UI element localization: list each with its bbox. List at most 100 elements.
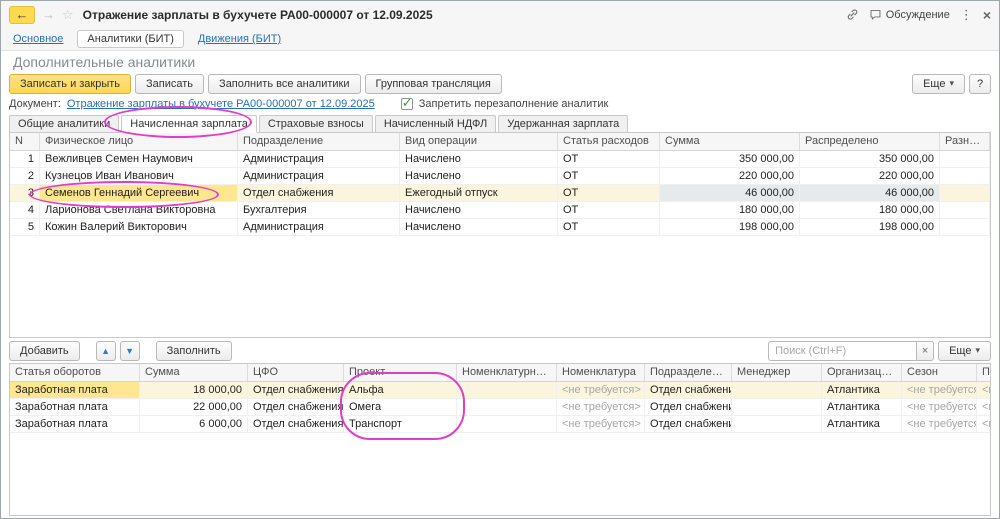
cell-season[interactable]: <не требуется>	[902, 382, 977, 398]
tab-general-analytics[interactable]: Общие аналитики	[9, 115, 119, 132]
cell-organization[interactable]: Атлантика	[822, 382, 902, 398]
fill-button[interactable]: Заполнить	[156, 341, 232, 361]
cell-organization[interactable]: Атлантика	[822, 399, 902, 415]
cell-nomenclature-group[interactable]	[457, 416, 557, 432]
column-header-amount[interactable]: Сумма	[140, 364, 248, 381]
cell-department[interactable]: Администрация	[238, 168, 400, 184]
cell-turnover-item[interactable]: Заработная плата	[10, 416, 140, 432]
column-header-turnover-item[interactable]: Статья оборотов	[10, 364, 140, 381]
table-row[interactable]: 4 Ларионова Светлана Викторовна Бухгалте…	[10, 202, 990, 219]
cell-difference[interactable]	[940, 202, 990, 218]
get-link-icon[interactable]	[846, 8, 859, 21]
search-input[interactable]	[768, 341, 916, 361]
cell-department[interactable]: Отдел снабжения	[645, 416, 732, 432]
cell-nomenclature[interactable]: <не требуется>	[557, 382, 645, 398]
more-button[interactable]: Еще▾	[912, 74, 965, 94]
cell-person[interactable]: Кузнецов Иван Иванович	[40, 168, 238, 184]
fill-all-analytics-button[interactable]: Заполнить все аналитики	[208, 74, 360, 94]
cell-amount[interactable]: 350 000,00	[660, 151, 800, 167]
cell-distributed[interactable]: 180 000,00	[800, 202, 940, 218]
cell-cfo[interactable]: Отдел снабжения	[248, 382, 344, 398]
cell-person[interactable]: Кожин Валерий Викторович	[40, 219, 238, 235]
cell-row-number[interactable]: 5	[10, 219, 40, 235]
cell-department[interactable]: Администрация	[238, 219, 400, 235]
column-header-nomenclature[interactable]: Номенклатура	[557, 364, 645, 381]
cell-organization[interactable]: Атлантика	[822, 416, 902, 432]
cell-difference[interactable]	[940, 151, 990, 167]
column-header-n[interactable]: N	[10, 133, 40, 150]
cell-project[interactable]: Альфа	[344, 382, 457, 398]
cell-amount[interactable]: 220 000,00	[660, 168, 800, 184]
table-row[interactable]: 1 Вежливцев Семен Наумович Администрация…	[10, 151, 990, 168]
prevent-refill-checkbox[interactable]: ✓	[401, 98, 413, 110]
favorite-star-icon[interactable]: ☆	[62, 7, 74, 23]
cell-distributed[interactable]: 350 000,00	[800, 151, 940, 167]
cell-operation[interactable]: Начислено	[400, 168, 558, 184]
column-header-cfo[interactable]: ЦФО	[248, 364, 344, 381]
cell-person[interactable]: Ларионова Светлана Викторовна	[40, 202, 238, 218]
cell-person[interactable]: Вежливцев Семен Наумович	[40, 151, 238, 167]
cell-department[interactable]: Отдел снабжения	[238, 185, 400, 201]
cell-difference[interactable]	[940, 168, 990, 184]
cell-receiver[interactable]: <не требуется>	[977, 399, 990, 415]
save-and-close-button[interactable]: Записать и закрыть	[9, 74, 131, 94]
cell-project[interactable]: Транспорт	[344, 416, 457, 432]
move-down-button[interactable]: ▼	[120, 341, 140, 361]
cell-expense-item[interactable]: ОТ	[558, 168, 660, 184]
nav-item-movements-bit[interactable]: Движения (БИТ)	[198, 33, 281, 45]
close-icon[interactable]: ×	[983, 7, 991, 23]
cell-nomenclature-group[interactable]	[457, 399, 557, 415]
cell-expense-item[interactable]: ОТ	[558, 185, 660, 201]
cell-person[interactable]: Семенов Геннадий Сергеевич	[40, 185, 238, 201]
cell-operation[interactable]: Ежегодный отпуск	[400, 185, 558, 201]
nav-item-analytics-bit[interactable]: Аналитики (БИТ)	[77, 30, 183, 48]
cell-amount[interactable]: 198 000,00	[660, 219, 800, 235]
document-link[interactable]: Отражение зарплаты в бухучете РА00-00000…	[67, 98, 375, 110]
column-header-department[interactable]: Подразделение	[645, 364, 732, 381]
cell-expense-item[interactable]: ОТ	[558, 219, 660, 235]
column-header-manager[interactable]: Менеджер	[732, 364, 822, 381]
tab-accrued-salary[interactable]: Начисленная зарплата	[121, 115, 257, 133]
column-header-difference[interactable]: Разница	[940, 133, 990, 150]
cell-department[interactable]: Отдел снабжения	[645, 382, 732, 398]
cell-amount[interactable]: 6 000,00	[140, 416, 248, 432]
cell-row-number[interactable]: 2	[10, 168, 40, 184]
cell-manager[interactable]	[732, 416, 822, 432]
cell-row-number[interactable]: 1	[10, 151, 40, 167]
cell-season[interactable]: <не требуется>	[902, 416, 977, 432]
group-broadcast-button[interactable]: Групповая трансляция	[365, 74, 502, 94]
cell-difference[interactable]	[940, 185, 990, 201]
column-header-operation[interactable]: Вид операции	[400, 133, 558, 150]
tab-withheld-salary[interactable]: Удержанная зарплата	[498, 115, 628, 132]
cell-row-number[interactable]: 4	[10, 202, 40, 218]
kebab-menu-icon[interactable]: ⋮	[960, 7, 973, 23]
cell-amount[interactable]: 46 000,00	[660, 185, 800, 201]
cell-amount[interactable]: 22 000,00	[140, 399, 248, 415]
cell-nomenclature-group[interactable]	[457, 382, 557, 398]
cell-nomenclature[interactable]: <не требуется>	[557, 416, 645, 432]
save-button[interactable]: Записать	[135, 74, 204, 94]
discussion-button[interactable]: Обсуждение	[869, 8, 950, 21]
cell-season[interactable]: <не требуется>	[902, 399, 977, 415]
table-row[interactable]: 5 Кожин Валерий Викторович Администрация…	[10, 219, 990, 236]
table-row[interactable]: Заработная плата 18 000,00 Отдел снабжен…	[10, 382, 990, 399]
cell-operation[interactable]: Начислено	[400, 151, 558, 167]
cell-operation[interactable]: Начислено	[400, 202, 558, 218]
cell-department[interactable]: Администрация	[238, 151, 400, 167]
search-clear-button[interactable]: ×	[916, 341, 934, 361]
cell-receiver[interactable]: <не требуется>	[977, 382, 990, 398]
tab-accrued-ndfl[interactable]: Начисленный НДФЛ	[375, 115, 496, 132]
cell-expense-item[interactable]: ОТ	[558, 202, 660, 218]
cell-amount[interactable]: 180 000,00	[660, 202, 800, 218]
forward-button[interactable]: →	[42, 7, 55, 22]
table-row[interactable]: Заработная плата 22 000,00 Отдел снабжен…	[10, 399, 990, 416]
cell-nomenclature[interactable]: <не требуется>	[557, 399, 645, 415]
move-up-button[interactable]: ▲	[96, 341, 116, 361]
cell-distributed[interactable]: 198 000,00	[800, 219, 940, 235]
add-row-button[interactable]: Добавить	[9, 341, 80, 361]
cell-distributed[interactable]: 220 000,00	[800, 168, 940, 184]
cell-project[interactable]: Омега	[344, 399, 457, 415]
column-header-expense-item[interactable]: Статья расходов	[558, 133, 660, 150]
cell-amount[interactable]: 18 000,00	[140, 382, 248, 398]
cell-department[interactable]: Отдел снабжения	[645, 399, 732, 415]
